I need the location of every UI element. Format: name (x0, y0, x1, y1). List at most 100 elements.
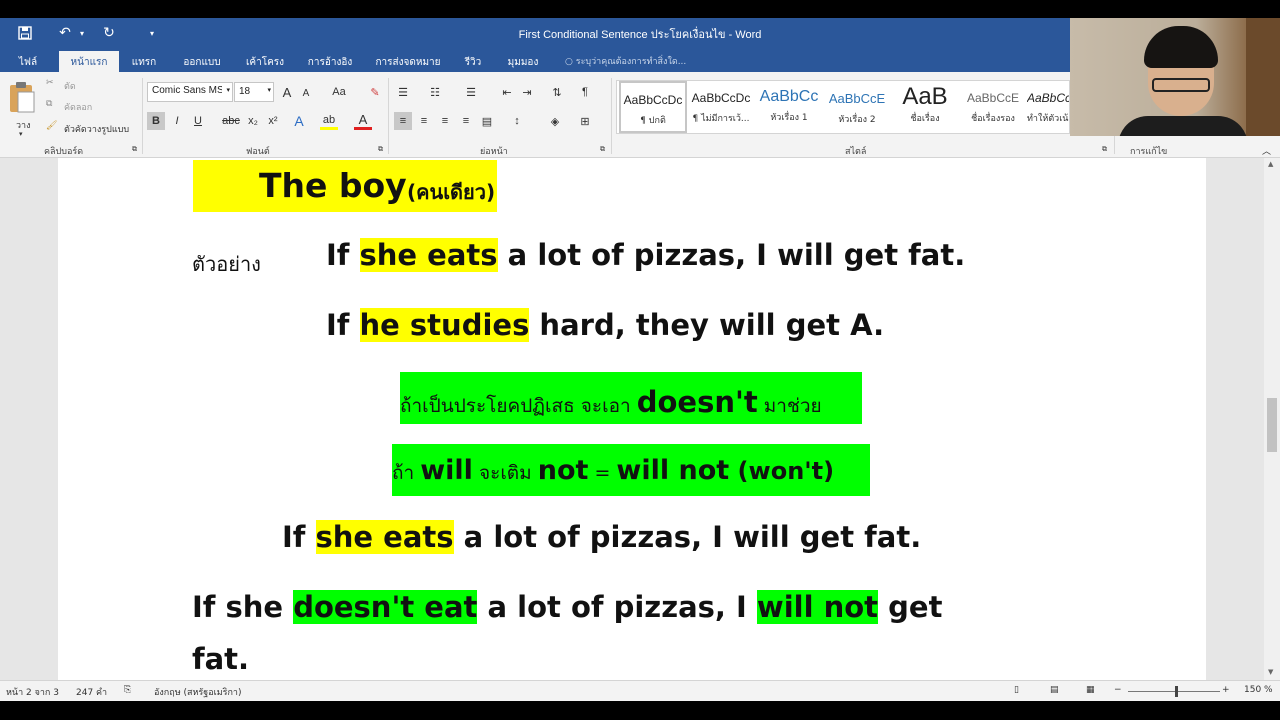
multilevel-list-icon[interactable]: ☰ (462, 83, 480, 101)
proofing-icon[interactable]: ⎘ (124, 685, 131, 695)
example-sentence-3: If she eats a lot of pizzas, I will get … (282, 520, 921, 554)
copy-button[interactable]: ⧉ คัดลอก (46, 99, 106, 113)
sentence-text: a lot of pizzas, I (477, 590, 757, 624)
zoom-in-icon[interactable]: + (1222, 685, 1230, 695)
scroll-down-icon[interactable]: ▼ (1268, 668, 1273, 676)
bold-button[interactable]: B (147, 112, 165, 130)
numbering-icon[interactable]: ☷ (426, 83, 444, 101)
tab-review[interactable]: รีวิว (456, 51, 490, 72)
font-name-value: Comic Sans MS (152, 85, 222, 96)
justify-icon[interactable]: ≡ (457, 112, 475, 130)
font-color-button[interactable]: A (354, 112, 372, 130)
font-name-field[interactable]: Comic Sans MS ▾ (147, 82, 233, 102)
shading-icon[interactable]: ◈ (546, 112, 564, 130)
align-left-icon[interactable]: ≡ (394, 112, 412, 130)
tab-layout[interactable]: เค้าโครง (238, 51, 292, 72)
lightbulb-icon: ○ (565, 57, 573, 67)
language-indicator[interactable]: อังกฤษ (สหรัฐอเมริกา) (154, 685, 242, 699)
paste-button[interactable]: วาง ▾ (6, 78, 38, 140)
clipboard-launcher-icon[interactable]: ⧉ (132, 145, 137, 154)
change-case-button[interactable]: Aa (327, 83, 351, 101)
zoom-slider[interactable] (1128, 691, 1220, 692)
style-heading-2[interactable]: AaBbCcE หัวเรื่อง 2 (823, 81, 891, 133)
undo-dropdown-icon[interactable]: ▾ (76, 23, 88, 43)
example-sentence-1: If she eats a lot of pizzas, I will get … (326, 238, 965, 272)
subscript-button[interactable]: x₂ (244, 112, 262, 130)
style-name: ทำให้ตัวเน้น... (1027, 114, 1069, 124)
style-normal[interactable]: AaBbCcDc ¶ ปกติ (619, 81, 687, 133)
sentence-text: If (282, 520, 316, 554)
decrease-indent-icon[interactable]: ⇤ (498, 83, 516, 101)
format-painter-button[interactable]: 🖌 ตัวคัดวางรูปแบบ (46, 121, 136, 135)
style-heading-1[interactable]: AaBbCc หัวเรื่อง 1 (755, 81, 823, 133)
bullets-icon[interactable]: ☰ (394, 83, 412, 101)
thai-singular-text: (คนเดียว) (407, 180, 496, 204)
style-title[interactable]: AaB ชื่อเรื่อง (891, 81, 959, 133)
style-name: ¶ ปกติ (640, 116, 666, 126)
tab-file[interactable]: ไฟล์ (8, 51, 48, 72)
scissors-icon: ✂ (46, 78, 54, 88)
tab-home[interactable]: หน้าแรก (59, 51, 119, 72)
styles-launcher-icon[interactable]: ⧉ (1102, 145, 1107, 154)
save-icon[interactable] (14, 23, 36, 43)
tab-insert[interactable]: แทรก (124, 51, 164, 72)
style-name: ¶ ไม่มีการเว้... (692, 114, 750, 124)
font-launcher-icon[interactable]: ⧉ (378, 145, 383, 154)
page-count[interactable]: หน้า 2 จาก 3 (6, 685, 59, 699)
customize-quick-access-icon[interactable]: ▾ (144, 23, 160, 43)
sort-icon[interactable]: ⇅ (548, 83, 566, 101)
tab-references[interactable]: การอ้างอิง (300, 51, 360, 72)
scroll-up-icon[interactable]: ▲ (1268, 160, 1273, 168)
not-text: not (537, 455, 589, 486)
cut-button[interactable]: ✂ ตัด (46, 78, 106, 92)
example-sentence-2: If he studies hard, they will get A. (326, 308, 884, 342)
borders-icon[interactable]: ⊞ (576, 112, 594, 130)
word-count[interactable]: 247 คำ (76, 685, 107, 699)
scroll-thumb[interactable] (1267, 398, 1277, 452)
thai-rule-text: ถ้าเป็นประโยคปฏิเสธ จะเอา (400, 395, 637, 417)
font-size-field[interactable]: 18 ▾ (234, 82, 274, 102)
zoom-out-icon[interactable]: − (1114, 685, 1122, 695)
align-center-icon[interactable]: ≡ (415, 112, 433, 130)
strikethrough-button[interactable]: abc (220, 112, 242, 130)
show-marks-button[interactable]: ¶ (576, 83, 594, 101)
tab-mailings[interactable]: การส่งจดหมาย (368, 51, 448, 72)
italic-button[interactable]: I (168, 112, 186, 130)
presenter-shirt (1118, 116, 1248, 136)
tab-design[interactable]: ออกแบบ (174, 51, 230, 72)
text-effects-button[interactable]: A (290, 112, 308, 130)
vertical-scrollbar[interactable]: ▲ ▼ (1264, 158, 1280, 680)
print-layout-icon[interactable]: ▤ (1050, 685, 1059, 695)
grow-font-button[interactable]: A (278, 83, 296, 101)
collapse-ribbon-icon[interactable]: ︿ (1262, 144, 1271, 157)
read-mode-icon[interactable]: ▯ (1014, 685, 1019, 695)
highlight-button[interactable]: ab (320, 112, 338, 130)
align-right-icon[interactable]: ≡ (436, 112, 454, 130)
styles-gallery: AaBbCcDc ¶ ปกติ AaBbCcDc ¶ ไม่มีการเว้..… (616, 80, 1070, 134)
style-emphasis[interactable]: AaBbCcDc ทำให้ตัวเน้น... (1027, 81, 1069, 133)
zoom-level[interactable]: 150 % (1244, 685, 1273, 695)
style-name: ชื่อเรื่อง (910, 114, 940, 124)
sentence-text: a lot of pizzas, I will get fat. (497, 238, 966, 272)
undo-icon[interactable]: ↶ (54, 23, 76, 43)
style-subtitle[interactable]: AaBbCcE ชื่อเรื่องรอง (959, 81, 1027, 133)
negative-rule-line: ถ้าเป็นประโยคปฏิเสธ จะเอา doesn't มาช่วย (400, 372, 862, 424)
zoom-slider-thumb[interactable] (1175, 686, 1178, 697)
superscript-button[interactable]: x² (264, 112, 282, 130)
will-not-rule-line: ถ้า will จะเติม not = will not (won't) (392, 444, 870, 496)
paragraph-launcher-icon[interactable]: ⧉ (600, 145, 605, 154)
tell-me-box[interactable]: ○ ระบุว่าคุณต้องการทำสิ่งใด... (565, 54, 686, 68)
redo-icon[interactable]: ↻ (98, 23, 120, 43)
shrink-font-button[interactable]: A (297, 84, 315, 102)
example-label: ตัวอย่าง (192, 252, 261, 276)
increase-indent-icon[interactable]: ⇥ (518, 83, 536, 101)
style-no-spacing[interactable]: AaBbCcDc ¶ ไม่มีการเว้... (687, 81, 755, 133)
line-spacing-icon[interactable]: ↕ (508, 112, 526, 130)
distribute-icon[interactable]: ▤ (478, 112, 496, 130)
underline-button[interactable]: U (189, 112, 207, 130)
document-page[interactable]: The boy (คนเดียว) ตัวอย่าง If she eats a… (58, 158, 1206, 680)
clear-formatting-icon[interactable]: ✎ (366, 83, 384, 101)
format-painter-label: ตัวคัดวางรูปแบบ (64, 125, 130, 135)
web-layout-icon[interactable]: ▦ (1086, 685, 1095, 695)
tab-view[interactable]: มุมมอง (498, 51, 548, 72)
